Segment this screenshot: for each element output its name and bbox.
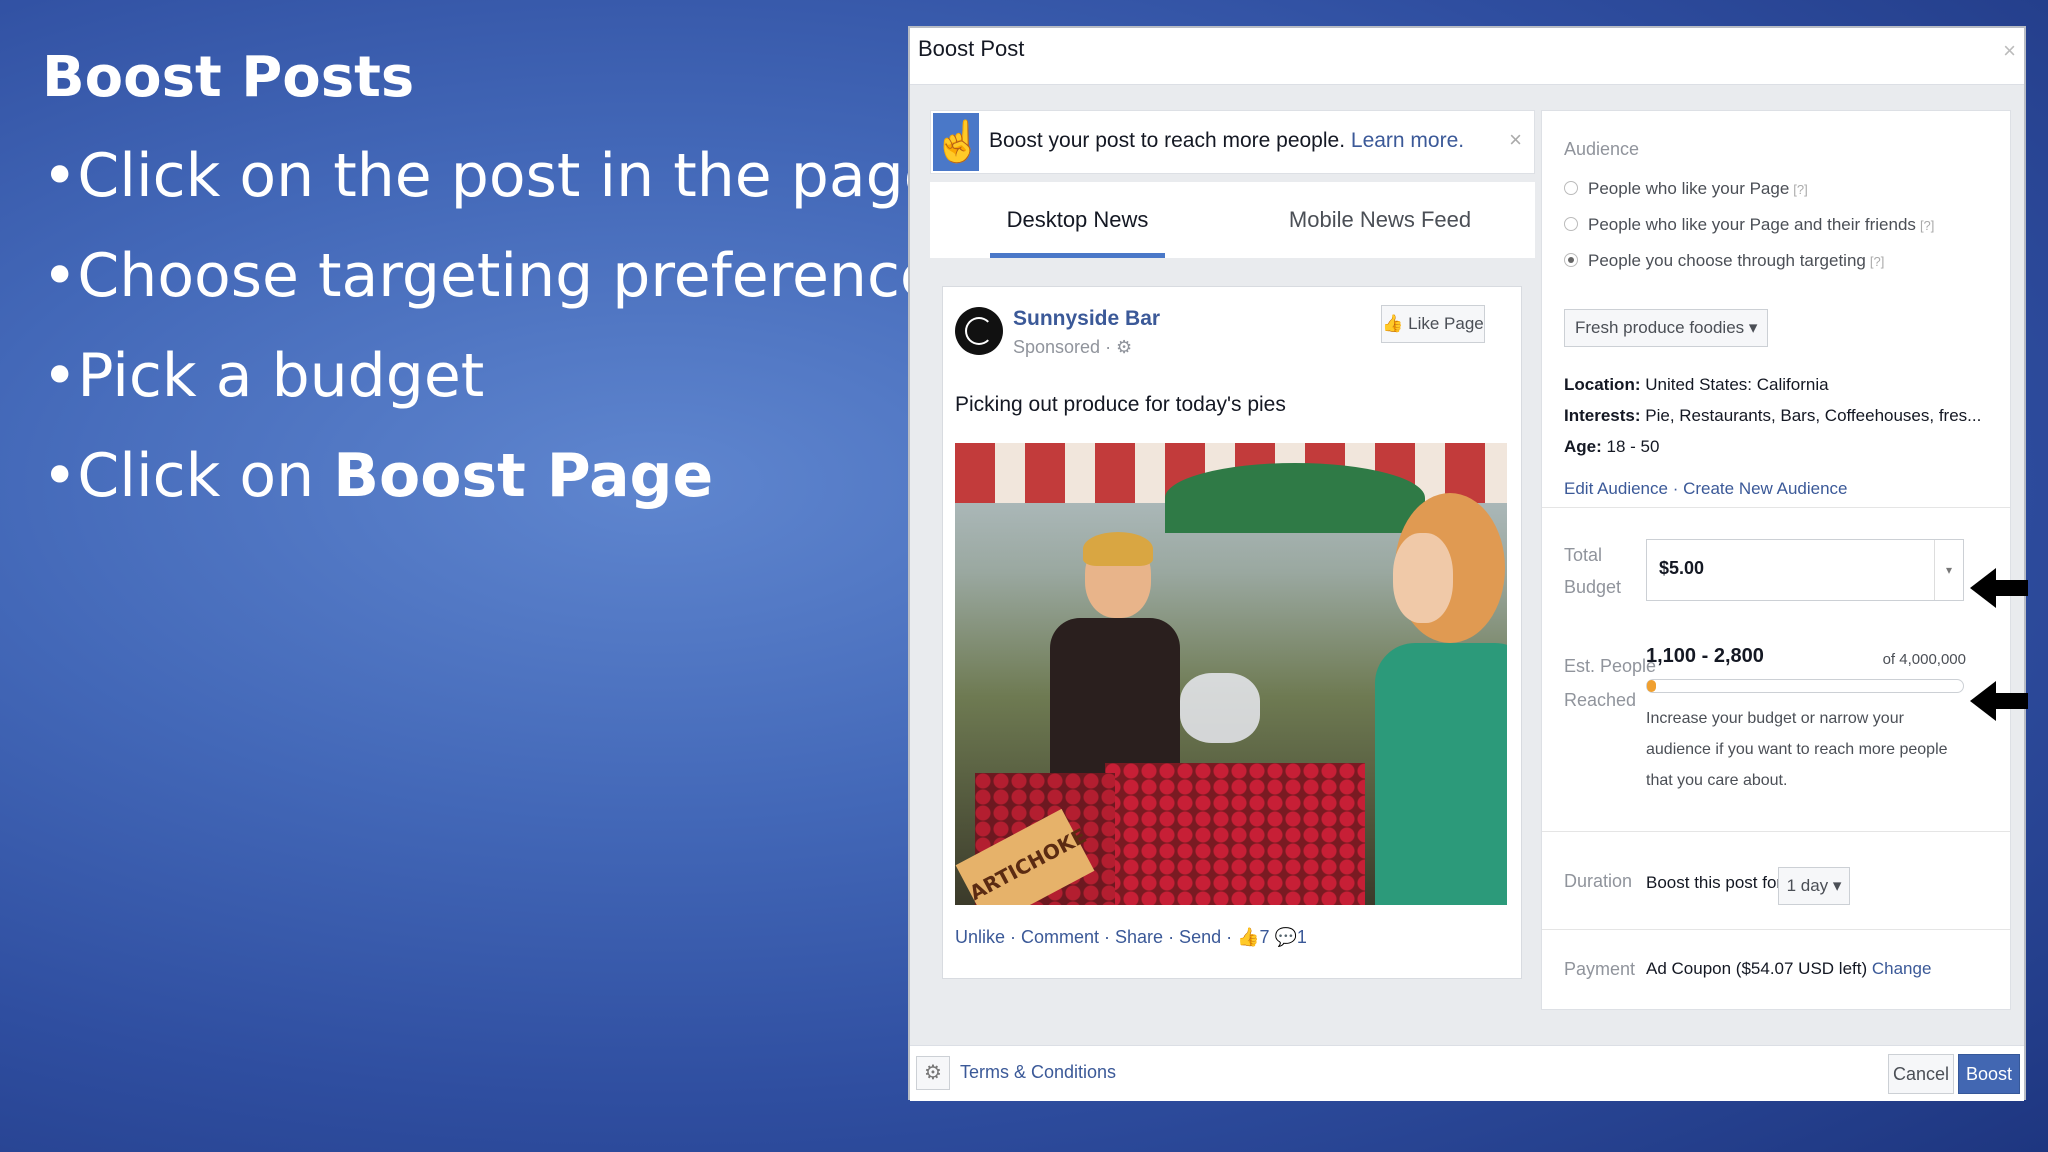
terms-link[interactable]: Terms & Conditions (960, 1062, 1116, 1083)
bullet-4: •Click on Boost Page (42, 426, 968, 526)
change-payment-link[interactable]: Change (1872, 959, 1932, 978)
like-page-label: Like Page (1408, 314, 1484, 333)
gear-icon[interactable]: ⚙ (916, 1056, 950, 1090)
audience-age: Age: 18 - 50 (1564, 437, 1660, 456)
notice-text: Boost your post to reach more people. Le… (989, 129, 1464, 153)
arrow-left-icon (1970, 681, 2030, 721)
divider (1542, 929, 2010, 930)
duration-label: Duration (1564, 871, 1633, 891)
reach-help-text: Increase your budget or narrow your audi… (1646, 710, 1948, 789)
tab-mobile-news-feed[interactable]: Mobile News Feed (1280, 182, 1480, 258)
notice-message: Boost your post to reach more people. (989, 129, 1346, 152)
budget-value: $5.00 (1659, 558, 1705, 578)
audience-title: Audience (1564, 139, 1640, 159)
page-avatar[interactable] (955, 307, 1003, 355)
help-icon[interactable]: [?] (1793, 182, 1807, 197)
boost-settings-panel: Audience People who like your Page [?] Pe… (1541, 110, 2011, 1010)
sponsored-label: Sponsored · ⚙ (1013, 337, 1133, 357)
radio-icon[interactable] (1564, 217, 1578, 231)
reach-bar-fill (1647, 680, 1657, 692)
dialog-close-icon[interactable]: × (2003, 38, 2016, 64)
boost-post-dialog: Boost Post × ☝ Boost your post to reach … (908, 26, 2028, 1101)
reach-total: of 4,000,000 (1882, 651, 1966, 668)
reach-range: 1,100 - 2,800 (1646, 645, 1764, 667)
placement-tabs: Desktop News Feed Mobile News Feed (930, 182, 1535, 308)
bullet-3: •Pick a budget (42, 341, 485, 411)
dialog-title: Boost Post (918, 36, 1025, 61)
help-icon[interactable]: [?] (1920, 218, 1934, 233)
radio-icon[interactable] (1564, 181, 1578, 195)
audience-option-targeting[interactable]: People you choose through targeting [?] (1564, 251, 1884, 271)
duration-text: Boost this post for (1646, 873, 1783, 892)
bullet-4-bold: Boost Page (333, 441, 714, 511)
payment-text: Ad Coupon ($54.07 USD left) Change (1646, 959, 1932, 978)
image-strawberries (1105, 763, 1365, 905)
divider (1542, 507, 2010, 508)
audience-location: Location: United States: California (1564, 375, 1829, 394)
slide-title: Boost Posts (42, 45, 415, 110)
bullet-1: •Click on the post in the page (42, 141, 941, 211)
duration-select[interactable]: 1 day ▾ (1778, 867, 1850, 905)
post-text: Picking out produce for today's pies (955, 393, 1286, 416)
audience-select[interactable]: Fresh produce foodies ▾ (1564, 309, 1769, 347)
payment-label: Payment (1564, 959, 1636, 979)
post-card: Sunnyside Bar Sponsored · ⚙ 👍 Like Page … (942, 286, 1522, 979)
cancel-button[interactable]: Cancel (1888, 1054, 1954, 1094)
audience-option-page-likers[interactable]: People who like your Page [?] (1564, 179, 1808, 199)
arrow-left-icon (1970, 568, 2030, 608)
thumbs-up-icon: 👍 (1382, 314, 1404, 333)
notice-close-icon[interactable]: × (1509, 127, 1522, 153)
image-produce-bag (1180, 673, 1260, 743)
post-preview-area: Sunnyside Bar Sponsored · ⚙ 👍 Like Page … (930, 258, 1535, 1045)
dialog-body: ☝ Boost your post to reach more people. … (910, 85, 2028, 1045)
reach-label: Est. People Reached (1564, 656, 1657, 710)
divider (1542, 831, 2010, 832)
tab-desktop-news-feed[interactable]: Desktop News Feed (990, 182, 1165, 308)
reach-bar (1646, 679, 1964, 693)
post-image-market-photo: ARTICHOKE (955, 443, 1507, 905)
page-name-link[interactable]: Sunnyside Bar (1013, 307, 1160, 331)
bullet-4-prefix: •Click on (42, 441, 334, 511)
post-actions[interactable]: Unlike · Comment · Share · Send · 👍7 💬1 (955, 927, 1307, 948)
like-page-button[interactable]: 👍 Like Page (1381, 305, 1485, 343)
boost-button[interactable]: Boost (1958, 1054, 2020, 1094)
audience-interests: Interests: Pie, Restaurants, Bars, Coffe… (1564, 406, 1982, 425)
boost-notice: ☝ Boost your post to reach more people. … (930, 110, 1535, 174)
help-icon[interactable]: [?] (1870, 254, 1884, 269)
bullet-2: •Choose targeting preferences (42, 241, 969, 311)
audience-links[interactable]: Edit Audience · Create New Audience (1564, 479, 1848, 499)
chevron-down-icon[interactable]: ▾ (1934, 540, 1963, 600)
dialog-header: Boost Post × (910, 28, 2024, 85)
learn-more-link[interactable]: Learn more. (1351, 129, 1464, 152)
budget-select[interactable]: $5.00 ▾ (1646, 539, 1964, 601)
budget-label: Total Budget (1564, 545, 1622, 597)
radio-selected-icon[interactable] (1564, 253, 1578, 267)
image-customer (1375, 493, 1507, 905)
audience-option-likers-and-friends[interactable]: People who like your Page and their frie… (1564, 215, 1934, 235)
pointer-hand-icon: ☝ (933, 113, 983, 171)
dialog-footer: ⚙ Terms & Conditions Cancel Boost (910, 1045, 2024, 1101)
slide-text: Boost Posts •Click on the post in the pa… (42, 40, 968, 526)
